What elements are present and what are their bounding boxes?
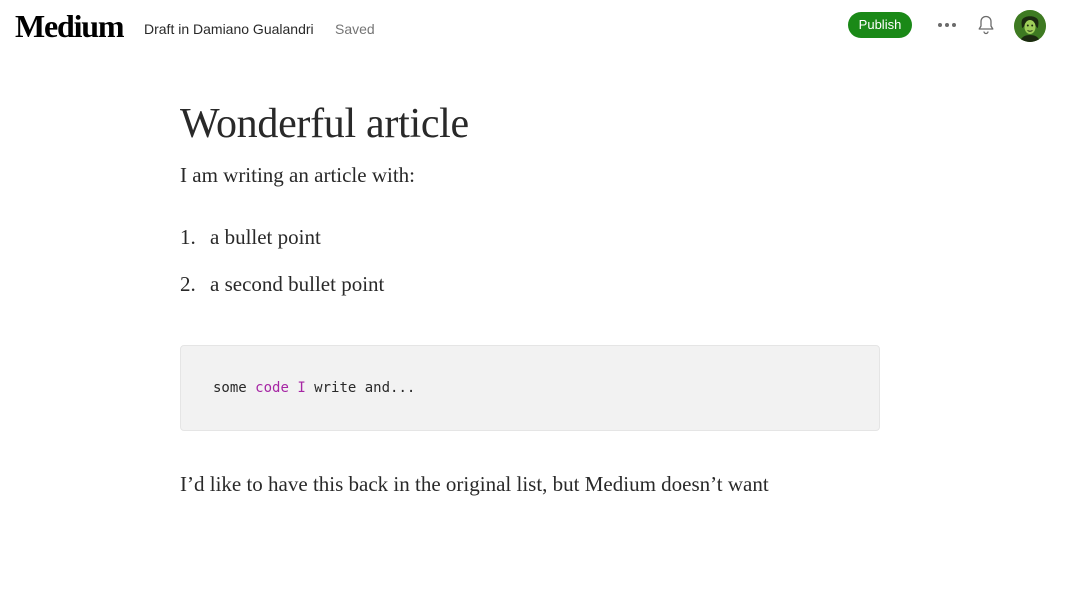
article-title[interactable]: Wonderful article: [180, 98, 469, 150]
list-number: 1.: [180, 225, 196, 249]
more-icon[interactable]: [934, 14, 960, 36]
outro-paragraph[interactable]: I’d like to have this back in the origin…: [180, 468, 769, 500]
code-keyword: I: [297, 380, 306, 396]
code-keyword: code: [255, 380, 289, 396]
publish-button[interactable]: Publish: [848, 12, 912, 38]
bell-icon[interactable]: [974, 13, 998, 37]
medium-logo[interactable]: Medium: [15, 6, 125, 46]
code-token: some: [213, 380, 256, 396]
draft-info: Draft in Damiano Gualandri: [144, 21, 314, 37]
list-number: 2.: [180, 272, 196, 296]
list-item-text[interactable]: a second bullet point: [210, 268, 384, 300]
code-line[interactable]: some code I write and...: [213, 378, 415, 398]
list-item-text[interactable]: a bullet point: [210, 221, 321, 253]
avatar[interactable]: [1014, 10, 1046, 42]
top-bar: Medium Draft in Damiano Gualandri Saved …: [0, 0, 1083, 52]
save-status: Saved: [335, 21, 375, 37]
intro-paragraph[interactable]: I am writing an article with:: [180, 159, 415, 191]
code-token: write and...: [305, 380, 416, 396]
code-block[interactable]: some code I write and...: [180, 345, 880, 431]
